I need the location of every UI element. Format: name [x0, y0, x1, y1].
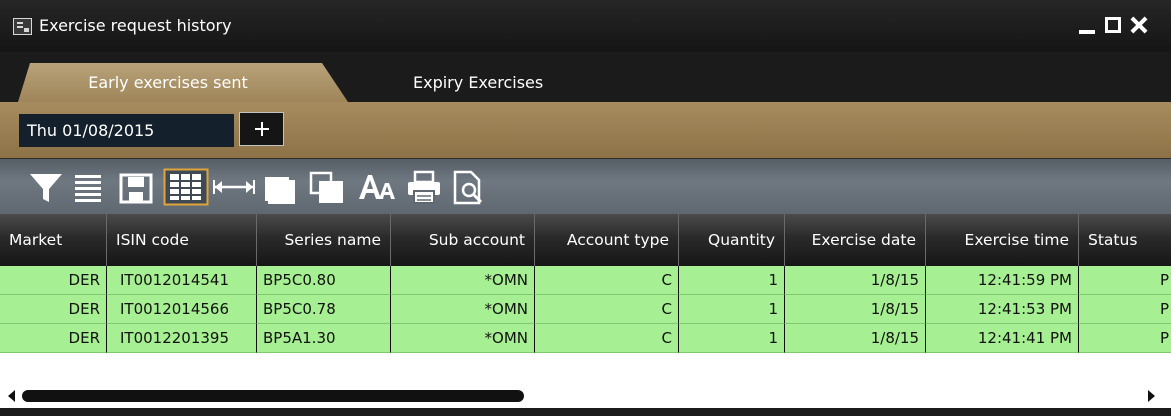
table-row[interactable]: DER IT0012201395 BP5A1.30 *OMN C 1 1/8/1…	[0, 324, 1171, 353]
scrollbar-track[interactable]	[0, 384, 1171, 408]
window-front-icon[interactable]	[262, 168, 298, 206]
cell-exercise-date: 1/8/15	[785, 324, 926, 353]
tab-bar: Early exercises sent Expiry Exercises	[0, 52, 1171, 102]
date-filter-bar: Thu 01/08/2015	[0, 102, 1171, 158]
cell-exercise-time: 12:41:41 PM	[926, 324, 1079, 353]
cell-exercise-time: 12:41:53 PM	[926, 295, 1079, 324]
cell-sub-account: *OMN	[391, 324, 535, 353]
minimize-icon[interactable]	[1076, 13, 1100, 37]
column-header-isin-code[interactable]: ISIN code	[107, 214, 257, 266]
list-icon[interactable]	[72, 168, 104, 206]
cell-account-type: C	[535, 266, 679, 295]
close-icon[interactable]	[1128, 13, 1152, 37]
tab-expiry-exercises[interactable]: Expiry Exercises	[380, 63, 620, 102]
table-row[interactable]: DER IT0012014541 BP5C0.80 *OMN C 1 1/8/1…	[0, 266, 1171, 295]
horizontal-scrollbar[interactable]	[0, 384, 1171, 416]
date-field[interactable]: Thu 01/08/2015	[19, 114, 234, 147]
column-header-exercise-date[interactable]: Exercise date	[785, 214, 926, 266]
app-window-icon	[13, 18, 32, 35]
cell-quantity: 1	[679, 266, 785, 295]
cell-isin-code: IT0012014566	[107, 295, 257, 324]
cell-market: DER	[0, 324, 107, 353]
table-header: Market ISIN code Series name Sub account…	[0, 214, 1171, 266]
print-preview-icon[interactable]	[451, 168, 487, 206]
column-header-market[interactable]: Market	[0, 214, 107, 266]
column-header-exercise-time[interactable]: Exercise time	[926, 214, 1079, 266]
add-date-button[interactable]	[239, 112, 284, 146]
cell-isin-code: IT0012201395	[107, 324, 257, 353]
scroll-left-arrow-icon[interactable]	[8, 390, 15, 402]
cell-isin-code: IT0012014541	[107, 266, 257, 295]
cell-quantity: 1	[679, 295, 785, 324]
filter-icon[interactable]	[28, 168, 64, 206]
cell-series-name: BP5C0.80	[257, 266, 391, 295]
title-bar[interactable]: Exercise request history	[0, 0, 1171, 52]
window-cascade-icon[interactable]	[308, 168, 346, 206]
save-icon[interactable]	[118, 168, 154, 206]
cell-exercise-time: 12:41:59 PM	[926, 266, 1079, 295]
scrollbar-thumb[interactable]	[22, 390, 524, 402]
cell-series-name: BP5A1.30	[257, 324, 391, 353]
cell-series-name: BP5C0.78	[257, 295, 391, 324]
cell-market: DER	[0, 295, 107, 324]
cell-sub-account: *OMN	[391, 266, 535, 295]
table-row[interactable]: DER IT0012014566 BP5C0.78 *OMN C 1 1/8/1…	[0, 295, 1171, 324]
column-header-status[interactable]: Status	[1079, 214, 1171, 266]
cell-status: P	[1079, 266, 1171, 295]
tab-early-exercises-sent[interactable]: Early exercises sent	[18, 63, 348, 102]
tab-label: Early exercises sent	[88, 73, 248, 92]
cell-status: P	[1079, 324, 1171, 353]
cell-quantity: 1	[679, 324, 785, 353]
column-header-series-name[interactable]: Series name	[257, 214, 391, 266]
font-size-icon[interactable]	[357, 168, 397, 206]
column-header-quantity[interactable]: Quantity	[679, 214, 785, 266]
cell-account-type: C	[535, 295, 679, 324]
maximize-icon[interactable]	[1102, 13, 1126, 37]
columns-icon[interactable]	[163, 168, 209, 206]
cell-sub-account: *OMN	[391, 295, 535, 324]
scroll-right-arrow-icon[interactable]	[1148, 390, 1155, 402]
cell-exercise-date: 1/8/15	[785, 295, 926, 324]
tab-label: Expiry Exercises	[413, 73, 544, 92]
cell-exercise-date: 1/8/15	[785, 266, 926, 295]
cell-account-type: C	[535, 324, 679, 353]
toolbar	[0, 158, 1171, 214]
column-header-sub-account[interactable]: Sub account	[391, 214, 535, 266]
window-title: Exercise request history	[39, 16, 232, 35]
exercise-table: Market ISIN code Series name Sub account…	[0, 214, 1171, 384]
print-icon[interactable]	[405, 168, 443, 206]
fit-width-icon[interactable]	[212, 168, 256, 206]
cell-status: P	[1079, 295, 1171, 324]
column-header-account-type[interactable]: Account type	[535, 214, 679, 266]
cell-market: DER	[0, 266, 107, 295]
exercise-request-history-window: Exercise request history Early exercises…	[0, 0, 1171, 416]
